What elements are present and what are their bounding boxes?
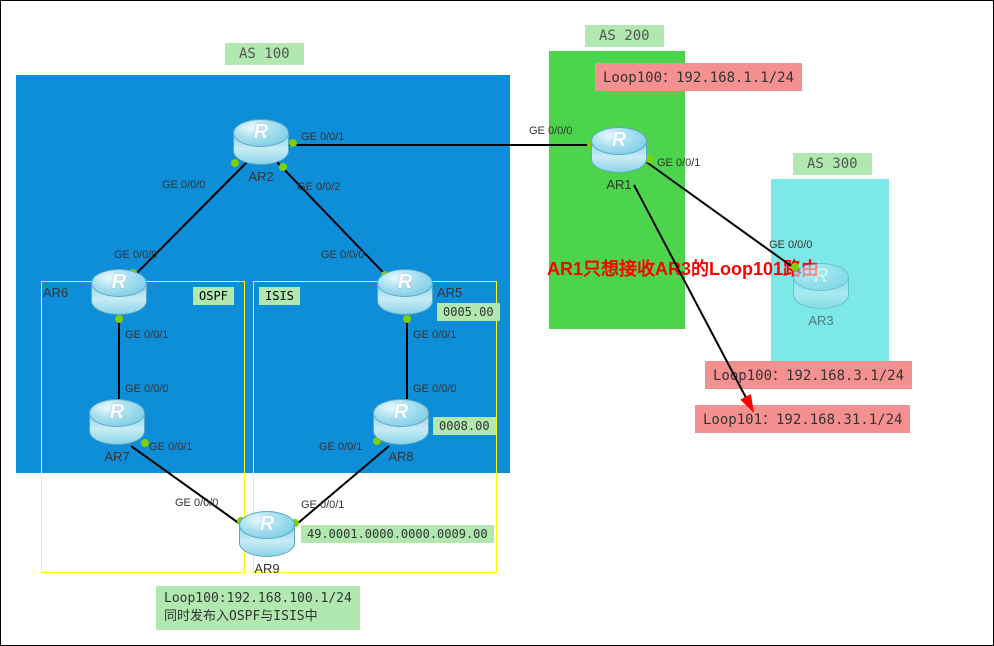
as-300-label: AS 300 [793, 153, 872, 175]
port-ar9-ge001: GE 0/0/1 [301, 499, 344, 511]
router-ar2-label: AR2 [233, 169, 289, 184]
router-ar6: R AR6 [91, 269, 147, 315]
port-ar8-ge000: GE 0/0/0 [413, 383, 456, 395]
router-ar1: R AR1 [591, 127, 647, 173]
router-ar8-label: AR8 [373, 449, 429, 464]
router-ar2: R AR2 [233, 119, 289, 165]
router-ar5: R AR5 [377, 269, 433, 315]
port-ar2-ge000: GE 0/0/0 [162, 179, 205, 191]
ar9-loopback-note: Loop100:192.168.100.1/24 同时发布入OSPF与ISIS中 [156, 586, 360, 630]
router-ar8: R AR8 [373, 399, 429, 445]
ar3-loop101: Loop101：192.168.31.1/24 [695, 405, 910, 433]
ar9-note-line1: Loop100:192.168.100.1/24 [164, 590, 352, 608]
router-ar9: R AR9 [239, 511, 295, 557]
ar9-note-line2: 同时发布入OSPF与ISIS中 [164, 608, 352, 626]
router-ar9-label: AR9 [239, 561, 295, 576]
router-ar3-label: AR3 [793, 313, 849, 328]
port-ar6-ge000: GE 0/0/0 [114, 249, 157, 261]
isis-id-ar8: 0008.00 [433, 417, 496, 435]
port-ar5-ge001: GE 0/0/1 [413, 329, 456, 341]
port-ar6-ge001: GE 0/0/1 [125, 329, 168, 341]
port-ar8-ge001: GE 0/0/1 [319, 441, 362, 453]
as-100-label: AS 100 [225, 43, 304, 65]
port-ar1-ge001: GE 0/0/1 [657, 157, 700, 169]
ar1-loop100: Loop100：192.168.1.1/24 [595, 63, 802, 91]
port-ar2-ge002: GE 0/0/2 [297, 181, 340, 193]
port-ar5-ge000: GE 0/0/0 [321, 249, 364, 261]
router-ar7: R AR7 [89, 399, 145, 445]
port-ar3-ge000: GE 0/0/0 [769, 239, 812, 251]
isis-id-ar5: 0005.00 [437, 303, 500, 321]
port-ar7-ge001: GE 0/0/1 [149, 441, 192, 453]
isis-id-ar9: 49.0001.0000.0000.0009.00 [301, 525, 494, 543]
topology-canvas: AS 100 AS 200 AS 300 OSPF ISIS R AR2 R A… [0, 0, 994, 646]
router-ar3: R AR3 [793, 263, 849, 309]
router-ar5-label: AR5 [437, 285, 462, 300]
port-ar1-ge000: GE 0/0/0 [529, 125, 572, 137]
as-200-label: AS 200 [585, 25, 664, 47]
port-ar9-ge000: GE 0/0/0 [175, 497, 218, 509]
port-ar7-ge000: GE 0/0/0 [125, 383, 168, 395]
router-ar7-label: AR7 [89, 449, 145, 464]
router-ar1-label: AR1 [591, 177, 647, 192]
red-requirement-note: AR1只想接收AR3的Loop101路由 [547, 255, 819, 281]
isis-label: ISIS [259, 287, 300, 305]
ospf-label: OSPF [193, 287, 234, 305]
router-ar6-label: AR6 [43, 285, 68, 300]
port-ar2-ge001: GE 0/0/1 [301, 131, 344, 143]
ar3-loop100: Loop100：192.168.3.1/24 [705, 361, 912, 389]
